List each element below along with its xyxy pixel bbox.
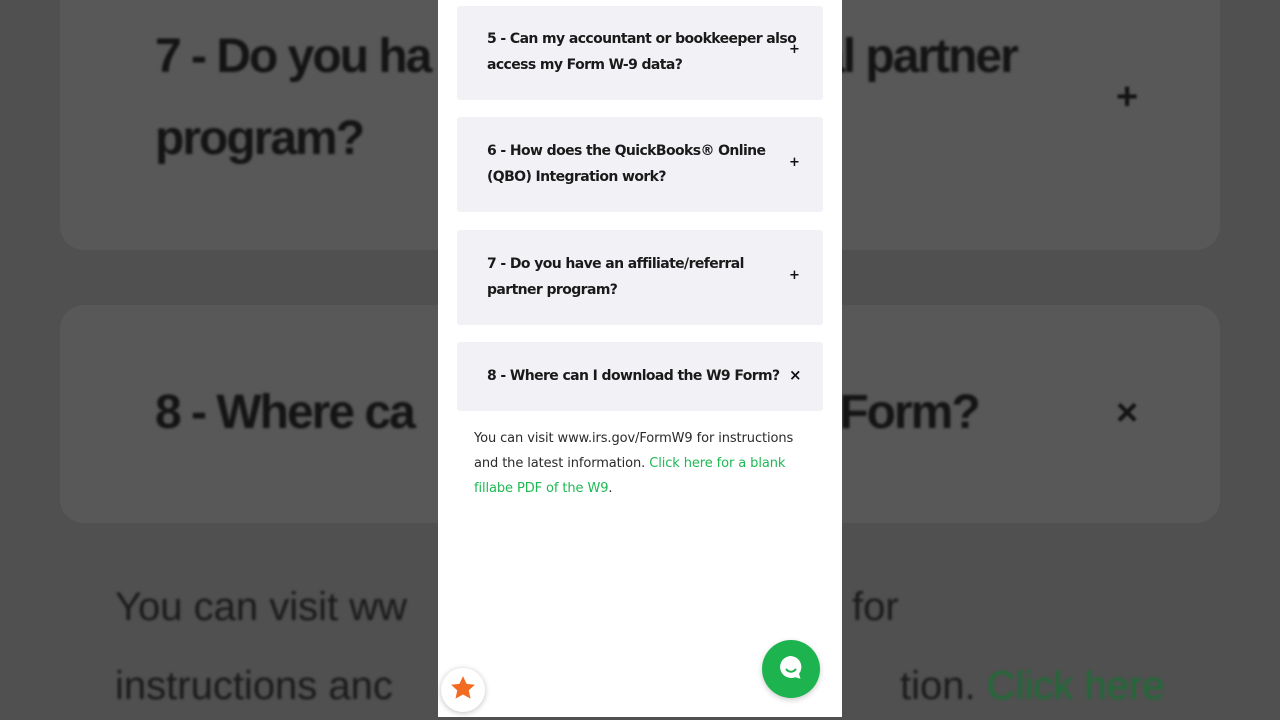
background-answer-line2-mid: tion. — [900, 664, 976, 708]
chat-widget-button[interactable] — [762, 640, 820, 698]
faq-question: 6 - How does the QuickBooks® Online (QBO… — [487, 143, 766, 185]
background-question-7-left: 7 - Do you ha — [155, 30, 432, 83]
background-close-icon: × — [1116, 392, 1139, 434]
faq-item-7[interactable]: 7 - Do you have an affiliate/referral pa… — [457, 230, 823, 325]
close-icon[interactable]: × — [789, 366, 802, 384]
background-answer-line1-left: You can visit ww — [115, 585, 407, 629]
review-widget-button[interactable] — [441, 668, 485, 712]
star-icon — [448, 673, 478, 708]
background-answer-line2-right: tion. Click here — [900, 664, 1165, 709]
background-question-8-left: 8 - Where ca — [155, 386, 416, 439]
faq-question: 7 - Do you have an affiliate/referral pa… — [487, 256, 744, 298]
background-question-7-line2: program? — [155, 112, 365, 165]
background-answer-line1-right: for — [852, 585, 899, 629]
background-plus-icon: + — [1116, 76, 1139, 118]
plus-icon[interactable]: + — [789, 268, 800, 283]
background-answer-link: Click here — [986, 664, 1165, 708]
plus-icon[interactable]: + — [789, 42, 800, 57]
chat-bubble-icon — [776, 652, 806, 687]
faq-question: 5 - Can my accountant or bookkeeper also… — [487, 31, 797, 73]
faq-answer: You can visit www.irs.gov/FormW9 for ins… — [474, 426, 819, 501]
plus-icon[interactable]: + — [789, 155, 800, 170]
background-answer-line2-left: instructions anc — [115, 664, 393, 708]
mobile-viewport: 5 - Can my accountant or bookkeeper also… — [438, 0, 842, 717]
faq-item-8[interactable]: 8 - Where can I download the W9 Form? × — [457, 342, 823, 411]
faq-question: 8 - Where can I download the W9 Form? — [487, 368, 780, 384]
faq-answer-suffix: . — [608, 481, 613, 496]
faq-item-5[interactable]: 5 - Can my accountant or bookkeeper also… — [457, 6, 823, 100]
faq-item-6[interactable]: 6 - How does the QuickBooks® Online (QBO… — [457, 117, 823, 212]
